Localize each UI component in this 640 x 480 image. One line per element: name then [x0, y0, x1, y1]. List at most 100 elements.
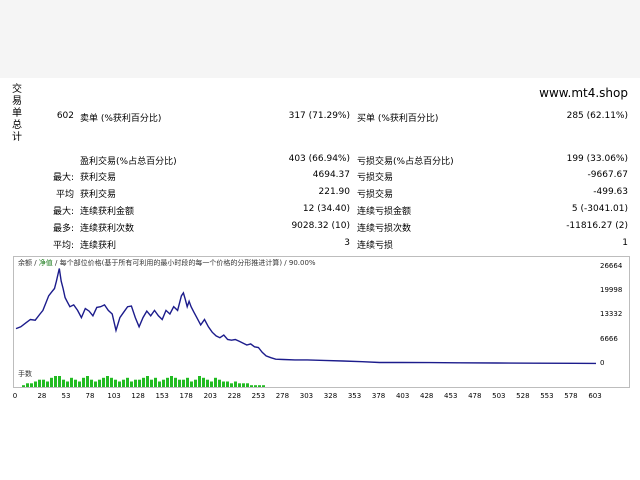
volume-bar — [262, 385, 265, 387]
top-banner — [0, 0, 640, 78]
volume-bar — [38, 379, 41, 387]
volume-bar — [134, 379, 137, 387]
short-trades-value: 317 (71.29%) — [288, 111, 350, 121]
volume-bar — [182, 379, 185, 387]
most-prefix: 最多: — [52, 224, 74, 234]
volume-bar — [130, 381, 133, 387]
volume-bar — [238, 383, 241, 387]
volume-bar — [94, 381, 97, 387]
volume-bar — [86, 376, 89, 387]
volume-svg — [22, 376, 265, 387]
volume-bar — [218, 379, 221, 387]
volume-bar — [30, 383, 33, 387]
volume-bar — [126, 377, 129, 387]
x-tick-label: 578 — [564, 392, 578, 400]
x-tick-label: 228 — [227, 392, 241, 400]
volume-bar — [66, 381, 69, 387]
site-url[interactable]: www.mt4.shop — [539, 86, 628, 100]
volume-bar — [178, 379, 181, 387]
volume-bar — [242, 383, 245, 387]
volume-bar — [166, 377, 169, 387]
volume-bar — [102, 377, 105, 387]
x-tick-label: 503 — [492, 392, 506, 400]
x-tick-label: 378 — [371, 392, 386, 400]
volume-bar — [226, 381, 229, 387]
loss-trades-value: 199 (33.06%) — [566, 154, 628, 164]
volume-bar — [162, 379, 165, 387]
x-tick-label: 178 — [179, 392, 193, 400]
x-tick-label: 278 — [275, 392, 290, 400]
x-tick-label: 128 — [131, 392, 145, 400]
volume-panel: 手数 — [13, 368, 630, 388]
volume-bar — [106, 376, 109, 387]
volume-bar — [194, 379, 197, 387]
y-tick-label: 26664 — [600, 261, 623, 270]
y-tick-label: 0 — [600, 359, 605, 367]
cons-win-amount-label: 连续获利金额 — [80, 207, 135, 217]
volume-bar — [190, 381, 193, 387]
x-tick-label: 428 — [419, 392, 434, 400]
max-loss-label: 亏损交易 — [357, 173, 394, 183]
volume-bar — [170, 376, 173, 387]
volume-bar — [186, 377, 189, 387]
avg-profit-label: 获利交易 — [80, 190, 117, 200]
volume-bar — [54, 376, 57, 387]
volume-bar — [62, 379, 65, 387]
x-tick-label: 603 — [588, 392, 602, 400]
max-profit-label: 获利交易 — [80, 173, 117, 183]
volume-bar — [214, 377, 217, 387]
profit-trades-label: 盈利交易(%占总百分比) — [80, 157, 177, 167]
x-tick-label: 453 — [444, 392, 458, 400]
volume-bar — [50, 377, 53, 387]
volume-bar — [82, 377, 85, 387]
x-tick-label: 528 — [516, 392, 530, 400]
volume-bar — [246, 383, 249, 387]
max-profit-value: 4694.37 — [312, 170, 350, 180]
profit-trades-value: 403 (66.94%) — [288, 154, 350, 164]
volume-bar — [154, 377, 157, 387]
short-trades-label: 卖单 (%获利百分比) — [80, 114, 162, 124]
volume-bar — [58, 376, 61, 387]
cons-loss-count-label: 连续亏损次数 — [357, 224, 412, 234]
volume-bar — [158, 381, 161, 387]
long-trades-value: 285 (62.11%) — [566, 111, 628, 121]
y-tick-label: 13332 — [600, 310, 623, 319]
loss-trades-label: 亏损交易(%占总百分比) — [357, 157, 454, 167]
max-prefix: 最大: — [52, 173, 74, 183]
x-tick-label: 403 — [395, 392, 410, 400]
x-tick-label: 78 — [85, 392, 95, 400]
x-tick-label: 353 — [347, 392, 362, 400]
x-tick-label: 553 — [540, 392, 554, 400]
avg-cons-win-label: 连续获利 — [80, 241, 117, 251]
x-tick-label: 328 — [323, 392, 338, 400]
cons-loss-amount-label: 连续亏损金额 — [357, 207, 412, 217]
cons-win-amount-value: 12 (34.40) — [302, 204, 350, 214]
volume-bar — [42, 379, 45, 387]
avg-cons-prefix: 平均: — [52, 241, 74, 251]
x-tick-label: 478 — [468, 392, 482, 400]
x-tick-label: 0 — [12, 392, 18, 400]
volume-bar — [198, 376, 201, 387]
cons-loss-amount-value: 5 (-3041.01) — [571, 204, 628, 214]
y-tick-label: 6666 — [600, 334, 618, 343]
volume-bar — [46, 381, 49, 387]
x-tick-label: 103 — [107, 392, 121, 400]
volume-bar — [74, 379, 77, 387]
balance-chart[interactable]: 余额 / 净值 / 每个部位价格(基于所有可利用的最小时段的每一个价格的分形推进… — [13, 256, 630, 370]
volume-bar — [70, 377, 73, 387]
volume-bar — [142, 377, 145, 387]
max-cons-prefix: 最大: — [52, 207, 74, 217]
volume-bar — [202, 377, 205, 387]
volume-bar — [150, 379, 153, 387]
y-tick-label: 19998 — [600, 286, 623, 295]
volume-bar — [250, 385, 253, 387]
volume-bar — [222, 381, 225, 387]
x-tick-label: 203 — [203, 392, 217, 400]
avg-loss-label: 亏损交易 — [357, 190, 394, 200]
avg-profit-value: 221.90 — [318, 187, 351, 197]
volume-bar — [234, 381, 237, 387]
volume-bar — [22, 385, 25, 387]
volume-bar — [206, 379, 209, 387]
avg-loss-value: -499.63 — [593, 187, 628, 197]
x-tick-label: 53 — [61, 392, 71, 400]
